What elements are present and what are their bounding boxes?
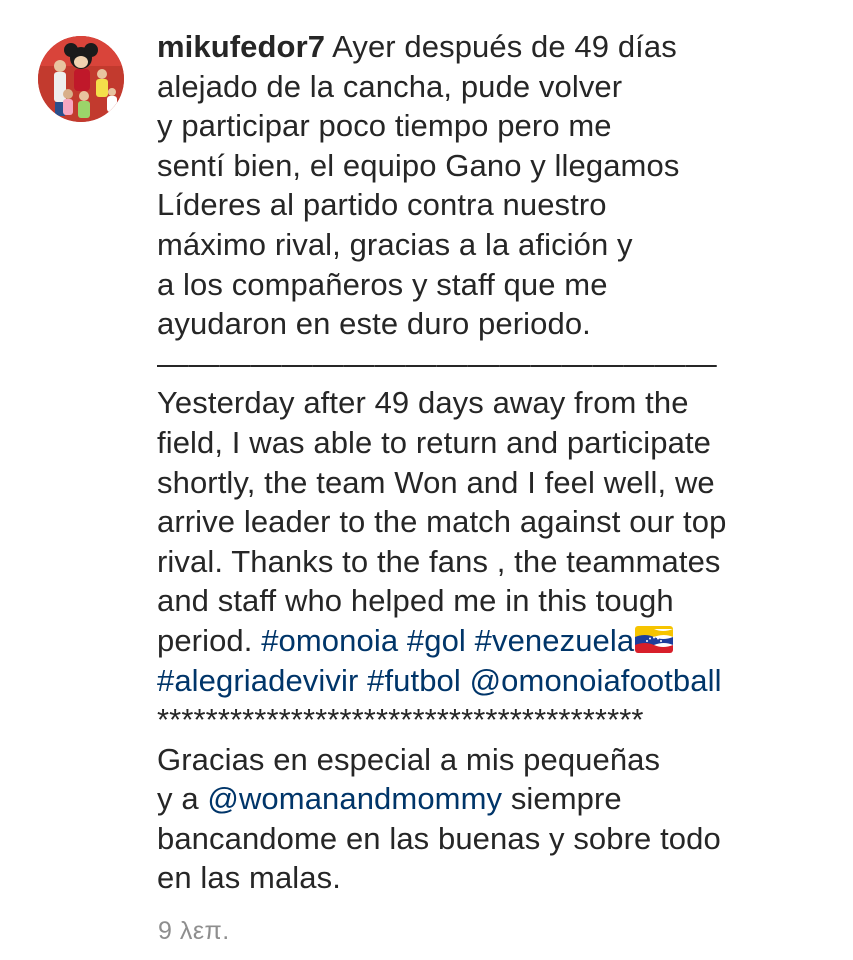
caption-hashtag-line: period. #omonoia #gol #venezuela (157, 621, 847, 661)
caption-text: period. (157, 622, 262, 658)
caption-text: Ayer después de 49 días (332, 29, 677, 64)
caption-text: alejado de la cancha, pude volver (157, 68, 623, 104)
avatar[interactable] (38, 36, 124, 122)
caption-text: and staff who helped me in this tough (157, 583, 674, 619)
hashtag-link[interactable]: #futbol (367, 663, 461, 698)
caption-text: rival. Thanks to the fans , the teammate… (157, 543, 721, 579)
caption-text: en las malas. (157, 860, 341, 896)
caption-text: Líderes al partido contra nuestro (157, 187, 607, 223)
caption-stars-divider: **************************************** (157, 702, 644, 738)
caption-hashtag-line: #alegriadevivir #futbol @omonoiafootball (157, 661, 847, 701)
caption-text: ayudaron en este duro periodo. (157, 306, 591, 342)
comment-first-line: mikufedor7 Ayer después de 49 días (157, 27, 847, 67)
caption-mention-line: y a @womanandmommy siempre (157, 779, 847, 819)
caption-text: field, I was able to return and particip… (157, 424, 712, 460)
hashtag-link[interactable]: #venezuela (475, 623, 635, 658)
caption-text: bancandome en las buenas y sobre todo (157, 820, 721, 856)
caption-text: Gracias en especial a mis pequeñas (157, 741, 661, 777)
mention-link[interactable]: @omonoiafootball (470, 663, 722, 698)
venezuela-flag-icon (635, 625, 674, 653)
hashtag-link[interactable]: #omonoia (261, 623, 398, 658)
caption-text: sentí bien, el equipo Gano y llegamos (157, 147, 680, 183)
caption-text: a los compañeros y staff que me (157, 266, 608, 302)
caption-text: y participar poco tiempo pero me (157, 108, 612, 144)
comment: mikufedor7 Ayer después de 49 días aleja… (0, 0, 853, 960)
mention-link[interactable]: @womanandmommy (207, 781, 502, 816)
profile-photo-avatar-icon (38, 36, 124, 122)
hashtag-link[interactable]: #gol (407, 623, 466, 658)
caption-text: y a (157, 781, 208, 817)
caption-text: máximo rival, gracias a la afición y (157, 226, 633, 262)
caption-text: siempre (502, 781, 622, 817)
username-link[interactable]: mikufedor7 (157, 29, 325, 64)
caption-text: arrive leader to the match against our t… (157, 504, 727, 540)
hashtag-link[interactable]: #alegriadevivir (157, 663, 358, 698)
caption-text: shortly, the team Won and I feel well, w… (157, 464, 715, 500)
caption-text: Yesterday after 49 days away from the (157, 385, 689, 421)
caption-divider: —————————————————— (157, 345, 717, 381)
comment-body: mikufedor7 Ayer después de 49 días aleja… (157, 27, 847, 898)
comment-timestamp[interactable]: 9 λεπ. (158, 917, 230, 946)
